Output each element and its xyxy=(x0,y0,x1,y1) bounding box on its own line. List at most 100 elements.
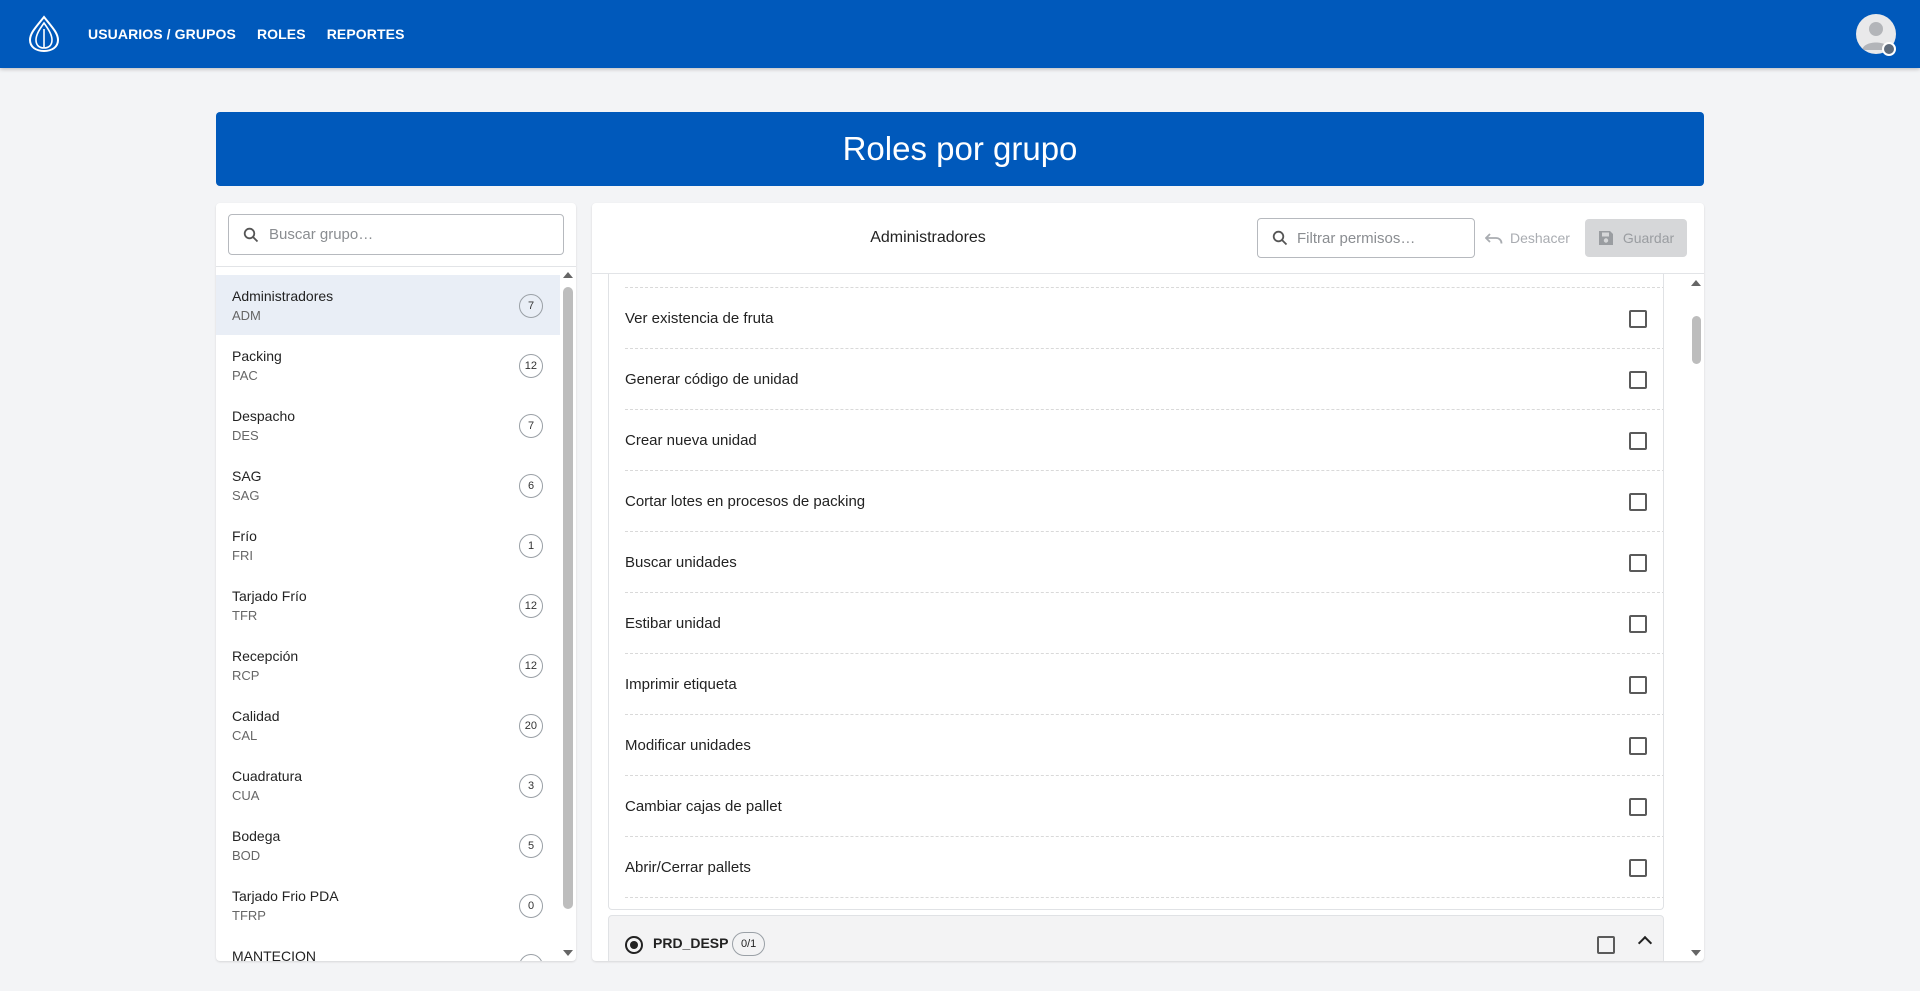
nav-usuarios-grupos[interactable]: USUARIOS / GRUPOS xyxy=(88,26,236,42)
page-title-banner: Roles por grupo xyxy=(216,112,1704,186)
group-code: CAL xyxy=(232,728,258,743)
nav-roles[interactable]: ROLES xyxy=(257,26,306,42)
chevron-up-icon[interactable] xyxy=(1637,935,1653,951)
permission-checkbox[interactable] xyxy=(1629,615,1647,633)
group-role-count-badge: 3 xyxy=(519,774,543,798)
page-title: Roles por grupo xyxy=(842,130,1078,167)
edit-icon[interactable] xyxy=(1882,42,1896,56)
permission-checkbox[interactable] xyxy=(1629,859,1647,877)
group-item-calidad[interactable]: Calidad CAL 20 xyxy=(216,695,560,755)
permission-checkbox[interactable] xyxy=(1629,554,1647,572)
main-nav: USUARIOS / GRUPOS ROLES REPORTES xyxy=(88,0,405,68)
group-name: MANTECION xyxy=(232,948,316,961)
group-code: DES xyxy=(232,428,259,443)
group-code: CUA xyxy=(232,788,260,803)
permission-checkbox[interactable] xyxy=(1629,493,1647,511)
group-code: BOD xyxy=(232,848,261,863)
permission-row[interactable]: Cambiar cajas de pallet xyxy=(625,776,1663,837)
permission-list-scroll-thumb[interactable] xyxy=(1692,316,1701,364)
permission-label: Generar código de unidad xyxy=(625,370,799,388)
search-icon xyxy=(1272,230,1288,246)
group-name: Administradores xyxy=(232,288,334,304)
permission-row[interactable]: Ver existencia de fruta xyxy=(625,288,1663,349)
permission-checkbox[interactable] xyxy=(1629,737,1647,755)
permission-checkbox[interactable] xyxy=(1629,676,1647,694)
group-item-despacho[interactable]: Despacho DES 7 xyxy=(216,395,560,455)
scroll-up-arrow-icon[interactable] xyxy=(563,272,573,278)
permission-checkbox[interactable] xyxy=(1629,798,1647,816)
save-label: Guardar xyxy=(1622,230,1675,246)
group-name: Cuadratura xyxy=(232,768,303,784)
permission-label: Estibar unidad xyxy=(625,614,721,632)
app-logo-icon[interactable] xyxy=(26,15,62,53)
group-name: Recepción xyxy=(232,648,299,664)
permission-checkbox[interactable] xyxy=(1629,310,1647,328)
group-item-recepcion[interactable]: Recepción RCP 12 xyxy=(216,635,560,695)
save-button[interactable]: Guardar xyxy=(1585,219,1687,257)
group-code: RCP xyxy=(232,668,260,683)
group-name: Bodega xyxy=(232,828,281,844)
permission-checkbox[interactable] xyxy=(1629,432,1647,450)
group-role-count-badge: 20 xyxy=(518,714,543,738)
undo-icon xyxy=(1485,233,1503,244)
permission-row[interactable]: Crear nueva unidad xyxy=(625,410,1663,471)
group-item-administradores[interactable]: Administradores ADM 7 xyxy=(216,275,560,335)
permission-label: Imprimir etiqueta xyxy=(625,675,737,693)
permission-label: Buscar unidades xyxy=(625,553,737,571)
scroll-down-arrow-icon[interactable] xyxy=(1691,950,1701,956)
permission-label: Modificar unidades xyxy=(625,736,751,754)
group-name: Tarjado Frio PDA xyxy=(232,888,339,904)
nav-reportes[interactable]: REPORTES xyxy=(327,26,405,42)
group-name: Frío xyxy=(232,528,257,544)
group-item-frio[interactable]: Frío FRI 1 xyxy=(216,515,560,575)
permission-label: Abrir/Cerrar pallets xyxy=(625,858,751,876)
role-group-header[interactable]: PRD_DESP 0/1 xyxy=(608,915,1664,961)
permission-row[interactable]: Abrir/Cerrar pallets xyxy=(625,837,1663,898)
permission-row[interactable]: Modificar unidades xyxy=(625,715,1663,776)
group-item-cuadratura[interactable]: Cuadratura CUA 3 xyxy=(216,755,560,815)
group-item-tarjado-frio[interactable]: Tarjado Frío TFR 12 xyxy=(216,575,560,635)
group-item-packing[interactable]: Packing PAC 12 xyxy=(216,335,560,395)
group-item-tarjado-frio-pda[interactable]: Tarjado Frio PDA TFRP 0 xyxy=(216,875,560,935)
scroll-up-arrow-icon[interactable] xyxy=(1691,280,1701,286)
permission-label: Crear nueva unidad xyxy=(625,431,757,449)
group-name: Calidad xyxy=(232,708,280,724)
undo-label: Deshacer xyxy=(1510,230,1570,246)
role-group-count-badge: 0/1 xyxy=(732,932,766,956)
permission-row[interactable]: Imprimir etiqueta xyxy=(625,654,1663,715)
search-icon xyxy=(243,227,259,242)
group-item-bodega[interactable]: Bodega BOD 5 xyxy=(216,815,560,875)
group-list-scroll-thumb[interactable] xyxy=(563,287,573,909)
permission-row[interactable]: Estibar unidad xyxy=(625,593,1663,654)
role-group-checkbox[interactable] xyxy=(1597,936,1615,954)
group-role-count-badge: 12 xyxy=(518,654,543,678)
selected-group-title: Administradores xyxy=(870,229,986,246)
group-name: Packing xyxy=(232,348,282,364)
group-role-count-badge: 7 xyxy=(519,294,543,318)
top-app-bar: USUARIOS / GRUPOS ROLES REPORTES xyxy=(0,0,1920,68)
permission-label: Cambiar cajas de pallet xyxy=(625,797,782,815)
radio-checked-icon[interactable] xyxy=(625,936,643,954)
group-role-count-badge: 6 xyxy=(519,474,543,498)
group-role-count-badge: 0 xyxy=(519,894,543,918)
undo-button[interactable]: Deshacer xyxy=(1485,223,1570,253)
permission-row[interactable]: Buscar unidades xyxy=(625,532,1663,593)
group-search-input[interactable] xyxy=(269,226,549,243)
group-code: TFR xyxy=(232,608,258,623)
group-item-sag[interactable]: SAG SAG 6 xyxy=(216,455,560,515)
permission-filter-field[interactable] xyxy=(1257,218,1475,258)
group-code: ADM xyxy=(232,308,261,323)
group-role-count-badge: 12 xyxy=(518,594,543,618)
group-name: SAG xyxy=(232,468,262,484)
permission-checkbox[interactable] xyxy=(1629,371,1647,389)
group-search-field[interactable] xyxy=(228,214,564,255)
permission-row[interactable]: Generar código de unidad xyxy=(625,349,1663,410)
group-list: Administradores ADM 7 Packing PAC 12 Des… xyxy=(216,275,560,961)
group-item-mantecion[interactable]: MANTECION xyxy=(216,935,560,961)
group-code: PAC xyxy=(232,368,258,383)
permission-row[interactable]: Cortar lotes en procesos de packing xyxy=(625,471,1663,532)
group-code: FRI xyxy=(232,548,253,563)
permission-label: Ver existencia de fruta xyxy=(625,309,774,327)
scroll-down-arrow-icon[interactable] xyxy=(563,950,573,956)
permission-filter-input[interactable] xyxy=(1297,229,1467,247)
